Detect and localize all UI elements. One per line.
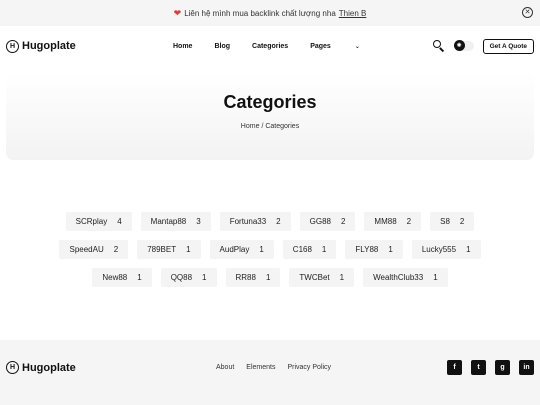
category-chip[interactable]: New88 1 (92, 268, 152, 287)
category-name: C168 (292, 245, 312, 254)
category-count: 2 (459, 217, 465, 226)
sun-icon: ✺ (453, 40, 465, 51)
category-name: SpeedAU (69, 245, 104, 254)
site-header: H Hugoplate Home Blog Categories Pages ⌄ … (0, 26, 540, 66)
logo-icon: H (6, 39, 19, 53)
category-name: Mantap88 (150, 217, 187, 226)
category-name: MM88 (374, 217, 397, 226)
announcement-bar: ❤ Liên hệ mình mua backlink chất lượng n… (0, 0, 540, 26)
category-count: 1 (339, 273, 345, 282)
close-icon[interactable]: ✕ (522, 7, 533, 18)
heart-icon: ❤ (173, 7, 182, 18)
breadcrumb: Home / Categories (6, 123, 534, 130)
category-count: 1 (202, 273, 207, 282)
nav-item-categories[interactable]: Categories (252, 43, 288, 50)
category-chip[interactable]: FLY88 1 (345, 240, 403, 259)
category-name: New88 (102, 273, 128, 282)
footer-link-about[interactable]: About (216, 364, 234, 371)
category-chip[interactable]: C168 1 (282, 240, 337, 259)
category-count: 1 (265, 273, 271, 282)
category-count: 2 (340, 217, 346, 226)
category-chip[interactable]: RR88 1 (225, 268, 281, 287)
category-name: AudPlay (219, 245, 250, 254)
logo-text: Hugoplate (22, 40, 76, 52)
theme-toggle[interactable]: ✺ (453, 40, 474, 51)
facebook-icon[interactable]: f (447, 360, 462, 375)
category-count: 2 (276, 217, 281, 226)
footer-link-privacy[interactable]: Privacy Policy (287, 364, 331, 371)
announcement-text: Liên hệ mình mua backlink chất lượng nha (184, 8, 336, 18)
logo-text: Hugoplate (22, 361, 76, 374)
category-name: SCRplay (75, 217, 108, 226)
page-title: Categories (223, 92, 317, 112)
category-name: Fortuna33 (229, 217, 267, 226)
footer-logo[interactable]: H Hugoplate (6, 361, 76, 374)
category-count: 1 (137, 273, 142, 282)
category-count: 1 (186, 245, 191, 254)
nav-item-pages[interactable]: Pages ⌄ (310, 43, 382, 50)
get-quote-button[interactable]: Get A Quote (482, 38, 534, 54)
github-icon[interactable]: g (495, 360, 510, 375)
category-chip[interactable]: GG88 2 (299, 212, 356, 231)
category-count: 1 (433, 273, 438, 282)
category-name: GG88 (309, 217, 331, 226)
category-chip[interactable]: Mantap88 3 (140, 212, 211, 231)
nav-item-pages-label: Pages (310, 42, 331, 50)
nav-item-blog[interactable]: Blog (214, 43, 230, 50)
category-list: SCRplay 4 Mantap88 3 Fortuna33 2 GG88 2 MM88… (0, 212, 540, 287)
category-name: RR88 (235, 273, 256, 282)
main-nav: Home Blog Categories Pages ⌄ (173, 26, 404, 66)
header-actions: ✺ Get A Quote (432, 26, 534, 66)
breadcrumb-current: Categories (265, 123, 300, 130)
category-count: 1 (321, 245, 327, 254)
site-footer: H Hugoplate About Elements Privacy Polic… (0, 340, 540, 405)
footer-links: About Elements Privacy Policy (216, 364, 331, 371)
linkedin-icon[interactable]: in (519, 360, 534, 375)
category-chip[interactable]: QQ88 1 (160, 268, 217, 287)
category-chip[interactable]: TWCBet 1 (289, 268, 355, 287)
page-hero: Categories Home / Categories (6, 72, 534, 160)
announcement-link[interactable]: Thien B (339, 9, 367, 18)
category-chip[interactable]: S8 2 (430, 212, 475, 231)
category-chip[interactable]: Fortuna33 2 (219, 212, 291, 231)
category-chip[interactable]: SpeedAU 2 (59, 240, 129, 259)
breadcrumb-home[interactable]: Home (241, 123, 260, 130)
category-count: 1 (259, 245, 264, 254)
category-chip[interactable]: 789BET 1 (137, 240, 201, 259)
category-chip[interactable]: MM88 2 (364, 212, 422, 231)
chevron-down-icon: ⌄ (354, 43, 360, 50)
logo[interactable]: H Hugoplate (6, 39, 76, 53)
search-icon[interactable] (432, 40, 445, 52)
category-name: TWCBet (299, 273, 330, 282)
category-name: 789BET (147, 245, 177, 254)
category-count: 2 (113, 245, 119, 254)
category-chip[interactable]: Lucky555 1 (411, 240, 481, 259)
category-name: Lucky555 (421, 245, 457, 254)
category-chip[interactable]: SCRplay 4 (65, 212, 132, 231)
twitter-icon[interactable]: t (471, 360, 486, 375)
category-name: FLY88 (355, 245, 379, 254)
social-links: f t g in (447, 360, 534, 375)
category-chip[interactable]: WealthClub33 1 (363, 268, 448, 287)
category-count: 1 (388, 245, 393, 254)
category-count: 1 (466, 245, 471, 254)
category-name: WealthClub33 (373, 273, 424, 282)
category-chip[interactable]: AudPlay 1 (209, 240, 274, 259)
logo-icon: H (6, 361, 19, 374)
nav-item-home[interactable]: Home (173, 43, 192, 50)
category-count: 2 (406, 217, 412, 226)
footer-link-elements[interactable]: Elements (246, 364, 275, 371)
category-count: 4 (117, 217, 122, 226)
category-name: QQ88 (170, 273, 193, 282)
category-name: S8 (440, 217, 450, 226)
breadcrumb-separator: / (261, 123, 264, 130)
category-count: 3 (196, 217, 201, 226)
